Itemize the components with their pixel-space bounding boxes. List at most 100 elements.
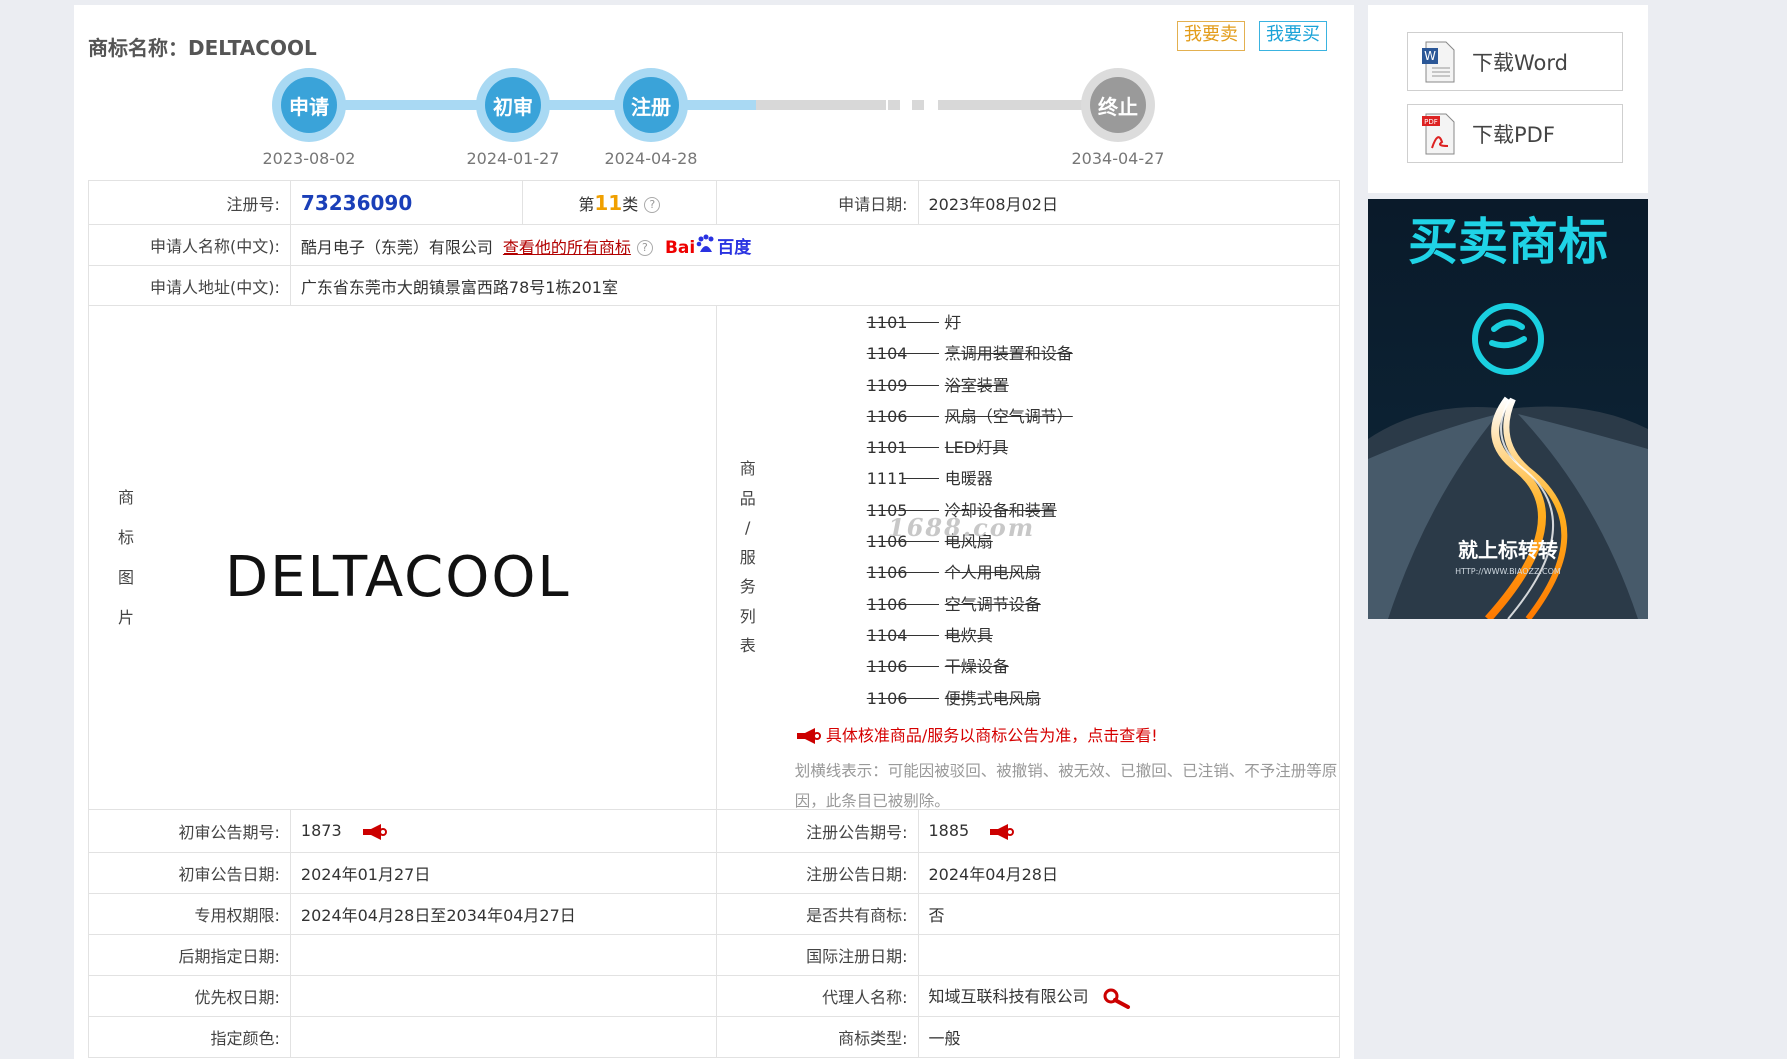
reg-pub-no-label: 注册公告期号:	[715, 809, 919, 853]
baidu-search-logo[interactable]: Bai 百度	[664, 234, 752, 258]
baidu-paw-icon	[696, 234, 714, 252]
color-label: 指定颜色:	[88, 1016, 291, 1058]
goods-name: 灯	[944, 313, 961, 332]
agent-value: 知域互联科技有限公司	[928, 987, 1089, 1007]
megaphone-icon[interactable]	[988, 823, 1015, 841]
table-row: 指定颜色: 商标类型: 一般	[88, 1016, 1340, 1058]
goods-name: 浴室装置	[944, 375, 1009, 395]
applicant-name-value: 酷月电子（东莞）有限公司	[300, 237, 493, 257]
goods-code: 1101	[866, 313, 908, 332]
pdf-doc-icon: PDF	[1422, 113, 1455, 154]
help-icon[interactable]: ?	[636, 239, 653, 256]
class-cell: 第11类?	[521, 180, 717, 225]
baidu-logo-text: Bai	[664, 237, 696, 258]
goods-name: 电炊具	[944, 625, 993, 645]
table-row: 后期指定日期: 国际注册日期:	[88, 934, 1340, 976]
vertical-char: 片	[117, 607, 134, 627]
applicant-name-label: 申请人名称(中文):	[88, 224, 291, 266]
table-row: 专用权期限: 2024年04月28日至2034年04月27日 是否共有商标: 否	[88, 893, 1340, 935]
timeline-date: 2024-04-28	[604, 149, 698, 168]
timeline-step-prelim: 初审	[476, 68, 550, 142]
goods-dash	[902, 478, 939, 480]
goods-notice-link[interactable]: 具体核准商品/服务以商标公告为准，点击查看!	[795, 722, 1341, 746]
table-row: 申请人名称(中文): 酷月电子（东莞）有限公司 查看他的所有商标? Bai 百度	[88, 224, 1341, 266]
goods-dash	[902, 603, 939, 605]
timeline-pending-line	[938, 100, 1098, 110]
goods-dash	[902, 353, 939, 355]
agent-cell: 知域互联科技有限公司	[917, 975, 1340, 1017]
baidu-logo-text: 百度	[717, 237, 752, 258]
goods-item: 1104 电炊具	[867, 620, 1341, 651]
timeline-step-label: 初审	[485, 77, 541, 133]
shared-value: 否	[917, 893, 1340, 935]
word-doc-icon: W	[1422, 41, 1455, 82]
reg-no-label: 注册号:	[88, 180, 291, 225]
exclusive-label: 专用权期限:	[88, 893, 291, 935]
prelim-date-value: 2024年01月27日	[289, 852, 717, 894]
download-panel: W 下载Word PDF 下载PDF	[1368, 5, 1648, 193]
reg-pub-date-label: 注册公告日期:	[715, 852, 919, 894]
table-row: 申请人地址(中文): 广东省东莞市大朗镇景富西路78号1栋201室	[88, 265, 1341, 306]
class-suffix: 类	[622, 194, 639, 214]
intl-date-label: 国际注册日期:	[715, 934, 919, 976]
prelim-date-label: 初审公告日期:	[88, 852, 291, 894]
download-word-button[interactable]: W 下载Word	[1407, 32, 1623, 91]
search-icon[interactable]	[1102, 987, 1132, 1009]
megaphone-icon[interactable]	[361, 823, 387, 841]
timeline-step-terminate: 终止	[1081, 68, 1155, 142]
applicant-addr-value: 广东省东莞市大朗镇景富西路78号1栋201室	[289, 265, 1341, 306]
buy-button[interactable]: 我要买	[1259, 21, 1327, 51]
reg-pub-no-cell: 1885	[917, 809, 1340, 853]
goods-name: 便携式电风扇	[944, 688, 1041, 708]
help-icon[interactable]: ?	[644, 196, 661, 213]
ad-banner[interactable]: 买卖商标 就上标转转 HTTP://WWW.BIAOZZ.COM	[1368, 199, 1648, 619]
svg-text:W: W	[1424, 49, 1436, 63]
ad-url: HTTP://WWW.BIAOZZ.COM	[1455, 567, 1561, 576]
sell-button[interactable]: 我要卖	[1177, 21, 1245, 51]
vertical-char: 图	[117, 567, 134, 587]
vertical-char: 商	[117, 487, 134, 507]
goods-dash	[902, 447, 939, 449]
goods-item: 1106 干燥设备	[867, 651, 1341, 682]
priority-value	[289, 975, 717, 1017]
goods-item: 1101 灯	[867, 307, 1341, 338]
priority-label: 优先权日期:	[88, 975, 291, 1017]
goods-dash	[902, 322, 939, 323]
strike-note: 划横线表示：可能因被驳回、被撤销、被无效、已撤回、已注销、不予注册等原因，此条目…	[794, 761, 1338, 810]
goods-dash	[902, 384, 939, 386]
page-title: 商标名称：DELTACOOL	[88, 36, 317, 60]
mark-image-label: 商 标 图 片	[111, 478, 141, 638]
prelim-no-label: 初审公告期号:	[88, 809, 291, 853]
table-row: 初审公告日期: 2024年01月27日 注册公告日期: 2024年04月28日	[88, 852, 1340, 894]
goods-list: 1101 灯 1104 烹调用装置和设备 1109 浴室装置 1106 风扇（空气调节） 110…	[717, 307, 1341, 714]
timeline-gap-dot	[888, 100, 900, 110]
goods-code: 1101	[866, 438, 908, 458]
color-value	[289, 1016, 717, 1058]
reg-pub-date-value: 2024年04月28日	[917, 852, 1340, 894]
trademark-detail-card: 商标名称：DELTACOOL 我要卖 我要买 申请 初审 注册 终止 2023-…	[74, 5, 1354, 1059]
goods-code: 1106	[866, 594, 908, 614]
mark-image-cell: 商 标 图 片 DELTACOOL	[88, 305, 717, 810]
goods-name: 空气调节设备	[944, 594, 1041, 614]
goods-dash	[902, 415, 939, 417]
all-marks-link[interactable]: 查看他的所有商标	[503, 238, 631, 257]
goods-item: 1106 便携式电风扇	[867, 683, 1341, 714]
timeline-date: 2023-08-02	[262, 149, 356, 168]
timeline-step-label: 终止	[1090, 77, 1146, 133]
goods-cell: 商 品 / 服 务 列 表 1101 灯 1104 烹调用装置和设备 1109 浴室装置 1…	[715, 305, 1341, 810]
goods-name: 风扇（空气调节）	[944, 406, 1073, 426]
goods-item: 1104 烹调用装置和设备	[867, 338, 1341, 369]
download-pdf-button[interactable]: PDF 下载PDF	[1407, 104, 1623, 163]
goods-dash	[902, 697, 939, 699]
timeline-step-register: 注册	[614, 68, 688, 142]
goods-code: 1106	[866, 657, 908, 677]
type-label: 商标类型:	[715, 1016, 919, 1058]
timeline-gap-dot	[912, 100, 924, 110]
timeline-pending-line	[756, 100, 886, 110]
table-row: 注册号: 73236090 第11类? 申请日期: 2023年08月02日	[88, 180, 1340, 225]
timeline-date: 2034-04-27	[1071, 149, 1165, 168]
reg-pub-no-value: 1885	[928, 821, 970, 841]
agent-label: 代理人名称:	[715, 975, 919, 1017]
class-number: 11	[594, 190, 623, 215]
ad-slogan: 就上标转转	[1458, 538, 1558, 562]
